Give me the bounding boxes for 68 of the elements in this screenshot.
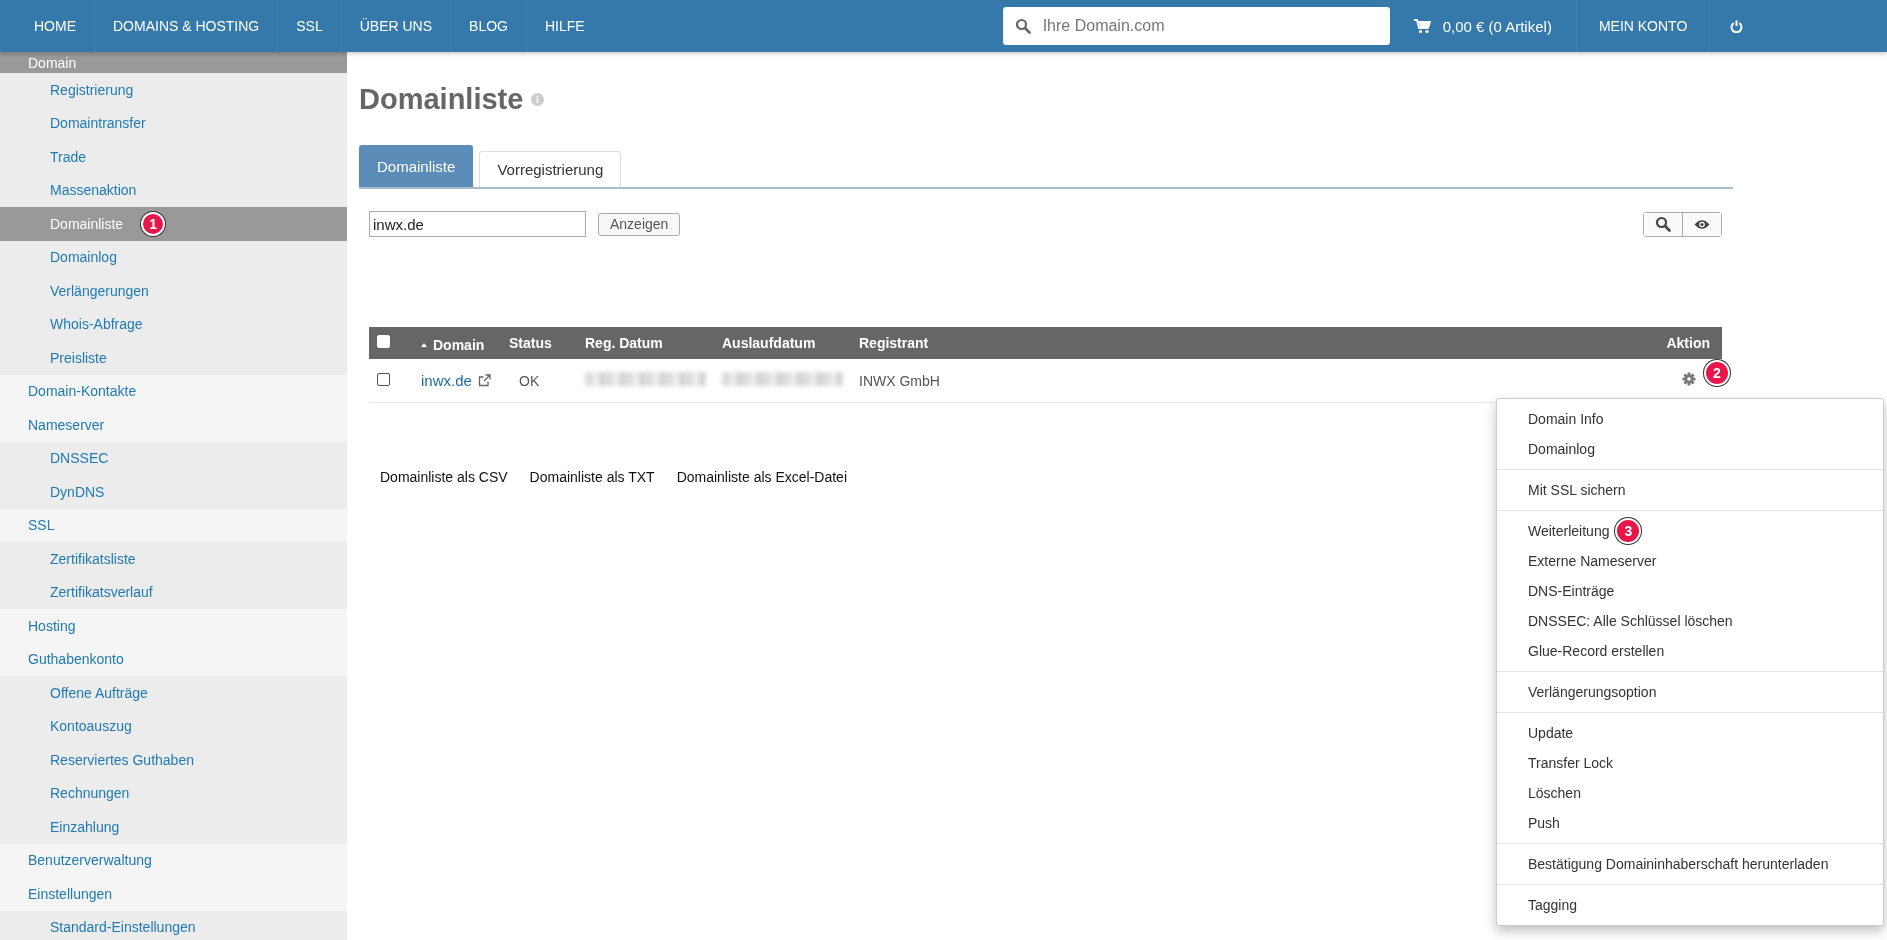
sidebar-item[interactable]: Domain [0,52,347,73]
status-text: OK [518,372,540,389]
menu-item[interactable]: Weiterleitung 3 [1497,516,1883,546]
sidebar-item[interactable]: Kontoauszug [0,709,347,743]
sidebar-item[interactable]: DNSSEC [0,441,347,475]
show-button[interactable]: Anzeigen [598,212,681,236]
cart-icon[interactable] [1413,18,1431,34]
menu-item[interactable]: DNSSEC: Alle Schlüssel löschen [1497,606,1883,636]
menu-item[interactable]: Domain Info [1497,404,1883,434]
search-icon [1655,216,1671,232]
column-header[interactable]: Aktion [1666,335,1710,351]
search-button[interactable] [1644,212,1682,236]
tab[interactable]: Vorregistrierung [479,151,622,187]
domain-link[interactable]: inwx.de [421,372,491,389]
sidebar-item[interactable]: Whois-Abfrage [0,307,347,341]
sidebar-item[interactable]: Standard-Einstellungen [0,910,347,940]
eye-button[interactable] [1682,212,1721,236]
domain-filter-field[interactable]: inwx.de [369,211,586,237]
external-link-icon [477,374,491,387]
search-field[interactable]: Ihre Domain.com [1002,7,1390,45]
sort-ascending-icon [421,342,427,347]
sidebar-item[interactable]: Domainliste 1 [0,207,347,241]
menu-item[interactable]: Bestätigung Domaininhaberschaft herunterladen [1497,849,1883,879]
menu-item[interactable]: Push [1497,808,1883,838]
cart-total[interactable]: 0,00 € (0 Artikel) [1442,17,1552,35]
sidebar-item[interactable]: Massenaktion [0,173,347,207]
sidebar-item[interactable]: Reserviertes Guthaben [0,743,347,777]
page-title: Domainliste [359,82,524,116]
annotation-badge: 3 [1615,518,1642,544]
account-link[interactable]: MEIN KONTO [1576,0,1711,52]
nav-link[interactable]: HILFE [526,0,603,52]
menu-item[interactable]: Transfer Lock [1497,748,1883,778]
select-all-checkbox[interactable] [377,335,390,348]
sidebar-item[interactable]: Preisliste [0,341,347,375]
nav-link[interactable]: BLOG [451,0,527,52]
menu-item[interactable]: Tagging [1497,890,1883,920]
sidebar-item[interactable]: Domaintransfer [0,106,347,140]
export-link[interactable]: Domainliste als CSV [380,469,508,485]
export-link[interactable]: Domainliste als Excel-Datei [676,469,848,485]
column-header[interactable]: Registrant [859,335,929,351]
sidebar-item[interactable]: Zertifikatsliste [0,542,347,576]
annotation-badge: 1 [141,211,166,236]
sidebar-item[interactable]: Offene Aufträge [0,676,347,710]
registrant-text: INWX GmbH [859,372,940,389]
menu-item[interactable]: Externe Nameserver [1497,546,1883,576]
sidebar-item[interactable]: Domainlog [0,240,347,274]
sidebar-item[interactable]: DynDNS [0,475,347,509]
sidebar-item[interactable]: Verlängerungen [0,274,347,308]
export-link[interactable]: Domainliste als TXT [529,469,655,485]
sidebar-item[interactable]: Einzahlung [0,810,347,844]
menu-item[interactable]: DNS-Einträge [1497,576,1883,606]
menu-item[interactable]: Glue-Record erstellen [1497,636,1883,666]
annotation-badge: 2 [1704,360,1730,386]
tab[interactable]: Domainliste [359,145,474,187]
sidebar-item[interactable]: Trade [0,140,347,174]
gear-icon[interactable] [1682,372,1696,386]
menu-item[interactable]: Verlängerungsoption [1497,677,1883,707]
menu-item[interactable]: Update [1497,718,1883,748]
search-icon [1014,18,1031,34]
sidebar-item[interactable]: Registrierung [0,73,347,107]
menu-item[interactable]: Mit SSL sichern [1497,475,1883,505]
power-icon[interactable] [1730,19,1744,33]
eye-icon [1694,218,1710,230]
sidebar-item[interactable]: Rechnungen [0,776,347,810]
row-checkbox[interactable] [377,372,390,386]
menu-item[interactable]: Domainlog [1497,434,1883,464]
sidebar-item[interactable]: Zertifikatsverlauf [0,575,347,609]
menu-item[interactable]: Löschen [1497,778,1883,808]
